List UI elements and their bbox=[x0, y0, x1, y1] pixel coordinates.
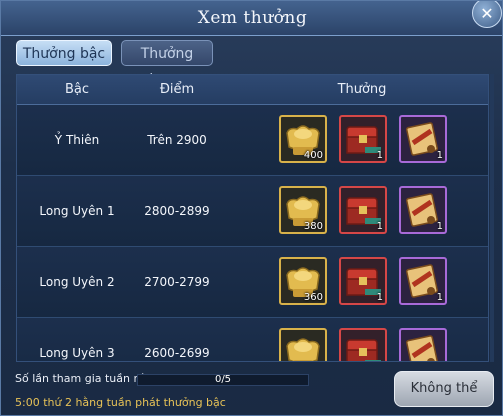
tier-name: Long Uyên 3 bbox=[39, 346, 115, 360]
tier-name: Long Uyên 1 bbox=[39, 204, 115, 218]
reward-slot[interactable]: 380 bbox=[279, 186, 327, 234]
reward-quantity: 380 bbox=[303, 221, 323, 232]
reward-quantity: 400 bbox=[303, 150, 323, 161]
table-row: Ỷ Thiên Trên 2900 400 1 1 bbox=[17, 105, 488, 176]
table-row: Long Uyên 2 2700-2799 360 1 1 bbox=[17, 247, 488, 318]
window-title: Xem thưởng bbox=[197, 8, 308, 28]
score-range: Trên 2900 bbox=[147, 133, 207, 147]
header-reward: Thưởng bbox=[337, 82, 387, 97]
participation-progress: 0/5 bbox=[137, 374, 309, 386]
reward-slot[interactable] bbox=[399, 328, 447, 361]
reward-slot[interactable]: 1 bbox=[339, 115, 387, 163]
reward-slot[interactable] bbox=[339, 328, 387, 361]
header-tier: Bậc bbox=[64, 82, 90, 97]
reward-slot[interactable]: 1 bbox=[339, 257, 387, 305]
reward-quantity: 1 bbox=[436, 292, 443, 303]
reward-quantity: 1 bbox=[376, 292, 383, 303]
close-icon: ✕ bbox=[480, 3, 494, 23]
tier-name: Ỷ Thiên bbox=[54, 133, 100, 147]
reward-schedule-notice: 5:00 thứ 2 hằng tuần phát thưởng bậc bbox=[15, 396, 226, 409]
reward-slot[interactable]: 1 bbox=[399, 115, 447, 163]
reward-window: Xem thưởng ✕ Thưởng bậc Thưởng hạng Bậc … bbox=[0, 0, 503, 416]
score-range: 2800-2899 bbox=[144, 204, 210, 218]
close-button[interactable]: ✕ bbox=[472, 1, 502, 28]
score-range: 2600-2699 bbox=[144, 346, 210, 360]
tier-name: Long Uyên 2 bbox=[39, 275, 115, 289]
reward-quantity: 360 bbox=[303, 292, 323, 303]
reward-quantity: 1 bbox=[376, 221, 383, 232]
table-header: Bậc Điểm Thưởng bbox=[17, 75, 488, 105]
reward-quantity: 1 bbox=[376, 150, 383, 161]
reward-slot[interactable]: 360 bbox=[279, 257, 327, 305]
reward-slot[interactable]: 1 bbox=[399, 186, 447, 234]
reward-slot[interactable] bbox=[279, 328, 327, 361]
tab-rank-rewards[interactable]: Thưởng hạng bbox=[121, 40, 213, 88]
reward-slot[interactable]: 1 bbox=[399, 257, 447, 305]
participation-value: 0/5 bbox=[214, 374, 232, 385]
reward-table: Bậc Điểm Thưởng Ỷ Thiên Trên 2900 400 1 1 Lon… bbox=[16, 74, 489, 362]
reward-quantity: 1 bbox=[436, 150, 443, 161]
tab-tier-rewards[interactable]: Thưởng bậc bbox=[16, 40, 112, 66]
participation-label: Số lần tham gia tuần này: bbox=[15, 372, 157, 385]
reward-quantity: 1 bbox=[436, 221, 443, 232]
table-row: Long Uyên 1 2800-2899 380 1 1 bbox=[17, 176, 488, 247]
claim-button[interactable]: Không thể nhận bbox=[394, 371, 494, 407]
reward-slot[interactable]: 400 bbox=[279, 115, 327, 163]
header-score: Điểm bbox=[159, 82, 195, 97]
reward-slot[interactable]: 1 bbox=[339, 186, 387, 234]
table-scrollbar[interactable] bbox=[490, 74, 494, 362]
table-row: Long Uyên 3 2600-2699 bbox=[17, 318, 488, 361]
title-bar: Xem thưởng ✕ bbox=[1, 1, 502, 36]
score-range: 2700-2799 bbox=[144, 275, 210, 289]
